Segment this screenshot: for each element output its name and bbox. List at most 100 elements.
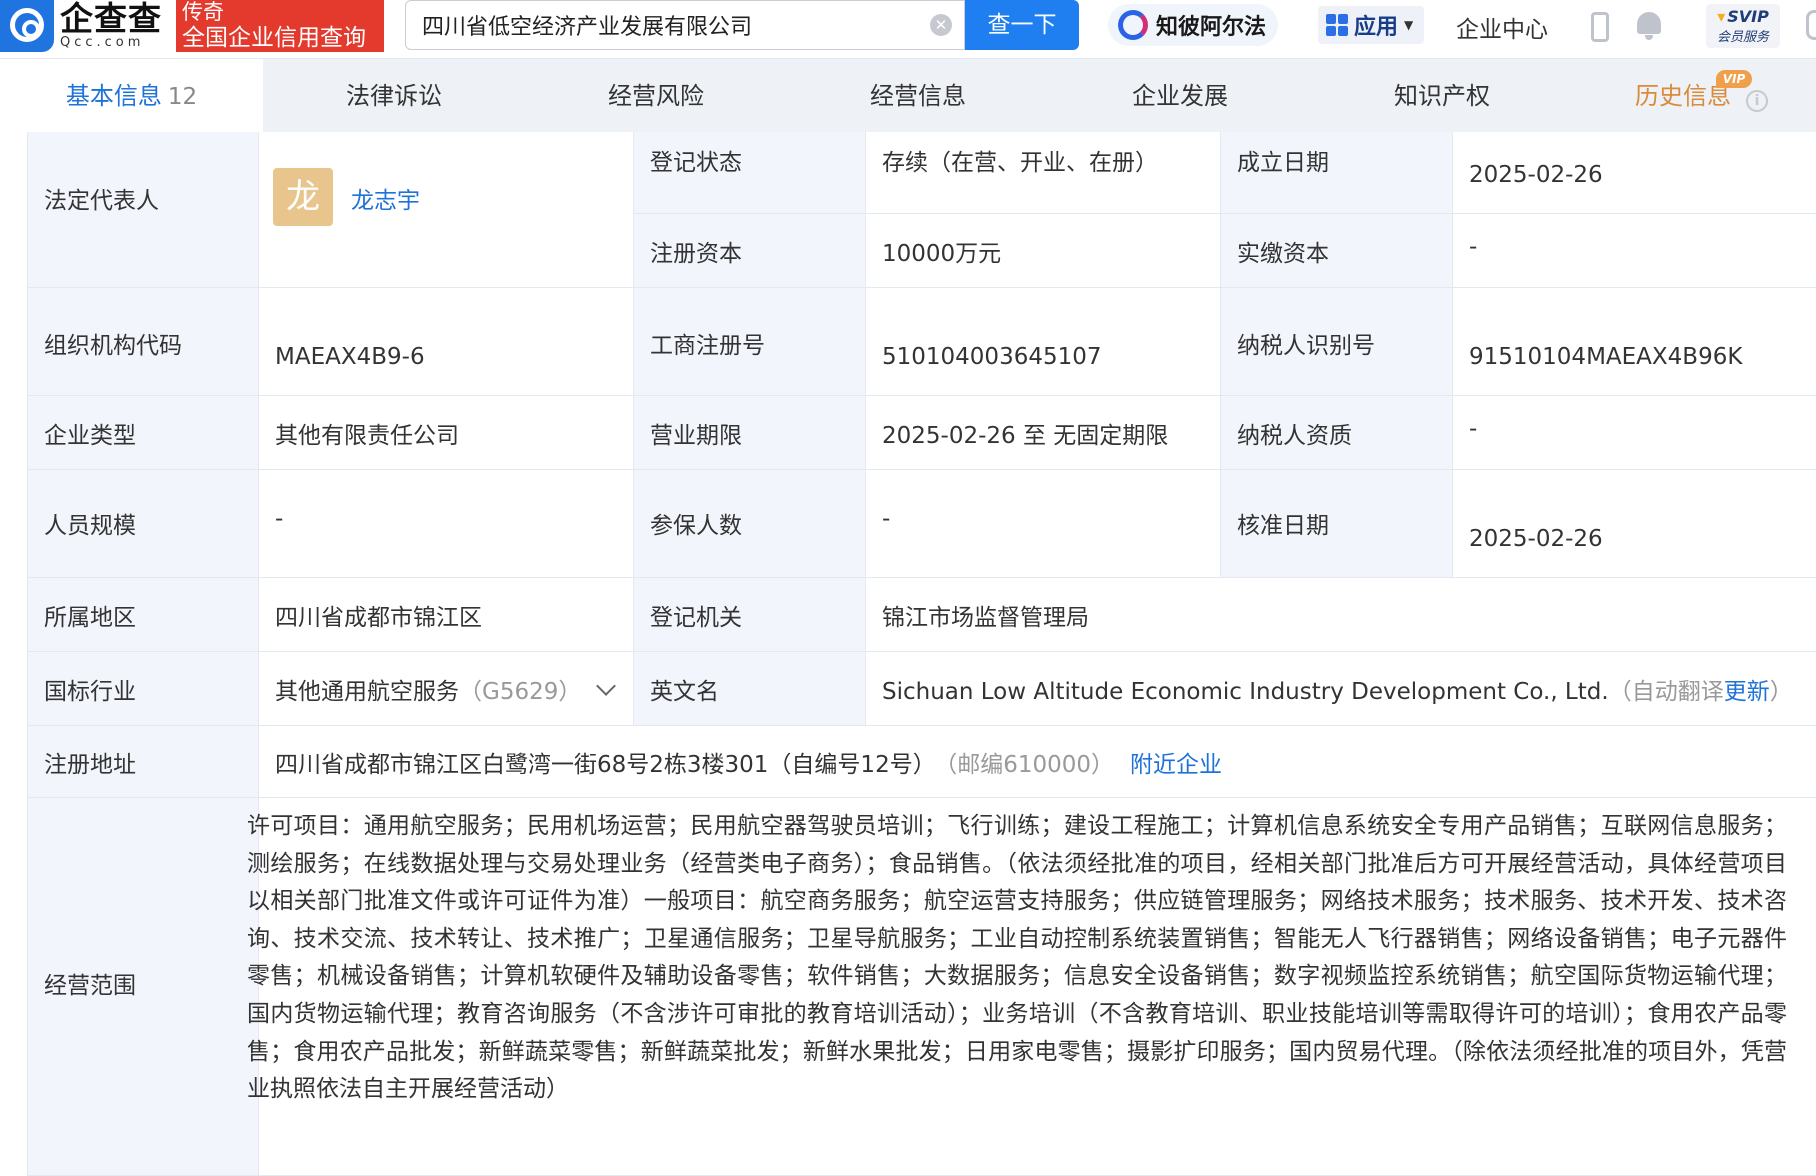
- auto-translate-note-end: ）: [1769, 679, 1793, 705]
- apps-grid-icon: [1326, 14, 1348, 36]
- english-name-wrap: Sichuan Low Altitude Economic Industry D…: [882, 672, 1793, 706]
- insured-cell: -: [865, 470, 1220, 578]
- industry-label-cell: 国标行业: [27, 652, 258, 726]
- company-type-label-cell: 企业类型: [27, 396, 258, 470]
- nearby-companies-link[interactable]: 附近企业: [1130, 752, 1222, 778]
- tab-legal[interactable]: 法律诉讼: [263, 59, 525, 133]
- search-button[interactable]: 查一下: [965, 0, 1079, 50]
- industry-code: （G5629）: [459, 679, 582, 705]
- english-name-label: 英文名: [650, 679, 719, 705]
- staff-size-label-cell: 人员规模: [27, 470, 258, 578]
- biz-reg-no-value: 510104003645107: [882, 344, 1102, 370]
- org-code-value: MAEAX4B9-6: [275, 344, 425, 370]
- taxpayer-qual-label: 纳税人资质: [1237, 423, 1352, 449]
- site-logo[interactable]: 企查查 Qcc.com: [0, 0, 178, 52]
- info-icon[interactable]: i: [1746, 90, 1768, 112]
- svip-sub-label: 会员服务: [1716, 30, 1769, 45]
- biz-term-label: 营业期限: [650, 423, 742, 449]
- search-input[interactable]: 四川省低空经济产业发展有限公司 ✕: [405, 0, 965, 50]
- tab-basic-info[interactable]: 基本信息 12: [0, 59, 263, 133]
- reg-status-cell: 存续（在营、开业、在册）: [865, 132, 1220, 214]
- paid-capital-value: -: [1469, 234, 1478, 260]
- insured-label-cell: 参保人数: [633, 470, 865, 578]
- legal-rep-name-link[interactable]: 龙志宇: [351, 181, 420, 215]
- english-name-label-cell: 英文名: [633, 652, 865, 726]
- insured-label: 参保人数: [650, 513, 742, 539]
- legal-rep-label-cell: 法定代表人: [27, 132, 258, 288]
- promo-banner[interactable]: 传奇 全国企业信用查询: [176, 0, 384, 52]
- chevron-down-icon[interactable]: [596, 676, 617, 696]
- qcc-logo-icon: [0, 0, 54, 52]
- search-input-value[interactable]: 四川省低空经济产业发展有限公司: [422, 9, 930, 41]
- logo-en: Qcc.com: [60, 35, 145, 50]
- staff-size-cell: -: [258, 470, 633, 578]
- tab-count: 12: [167, 84, 198, 110]
- region-value: 四川省成都市锦江区: [275, 605, 482, 631]
- address-cell: 四川省成都市锦江区白鹭湾一街68号2栋3楼301（自编号12号） （邮编61000…: [258, 726, 1816, 798]
- staff-size-value: -: [275, 506, 284, 532]
- biz-term-value: 2025-02-26 至 无固定期限: [882, 423, 1169, 449]
- enterprise-center-link[interactable]: 企业中心: [1456, 10, 1548, 44]
- industry-cell[interactable]: 其他通用航空服务（G5629）: [258, 652, 633, 726]
- approval-date-value: 2025-02-26: [1469, 526, 1603, 552]
- org-code-label: 组织机构代码: [44, 333, 182, 359]
- tab-bar: 基本信息 12 法律诉讼 经营风险 经营信息 企业发展 知识产权 历史信息: [0, 58, 1816, 133]
- business-scope-text: 许可项目：通用航空服务；民用机场运营；民用航空器驾驶员培训；飞行训练；建设工程施…: [247, 813, 1787, 1103]
- taxpayer-id-cell: 91510104MAEAX4B96K: [1452, 288, 1816, 396]
- apps-label: 应用: [1354, 15, 1399, 40]
- scope-label: 经营范围: [44, 973, 136, 999]
- scope-label-cell: 经营范围: [27, 798, 258, 1176]
- biz-reg-no-label-cell: 工商注册号: [633, 288, 865, 396]
- taxpayer-id-value: 91510104MAEAX4B96K: [1469, 344, 1743, 370]
- company-type-cell: 其他有限责任公司: [258, 396, 633, 470]
- tab-development[interactable]: 企业发展: [1049, 59, 1311, 133]
- authority-value: 锦江市场监督管理局: [882, 605, 1089, 631]
- address-label: 注册地址: [44, 752, 136, 778]
- tab-ip[interactable]: 知识产权: [1311, 59, 1573, 133]
- zhibi-icon: [1118, 10, 1148, 40]
- taxpayer-id-label-cell: 纳税人识别号: [1220, 288, 1452, 396]
- taxpayer-qual-cell: -: [1452, 396, 1816, 470]
- industry-value: 其他通用航空服务: [275, 679, 459, 705]
- phone-icon[interactable]: [1591, 12, 1609, 42]
- bell-icon[interactable]: [1636, 12, 1662, 40]
- industry-value-wrap: 其他通用航空服务（G5629）: [275, 672, 617, 706]
- side-panel-icon[interactable]: [1806, 10, 1816, 40]
- region-cell: 四川省成都市锦江区: [258, 578, 633, 652]
- reg-capital-cell: 10000万元: [865, 214, 1220, 288]
- tab-risk[interactable]: 经营风险: [525, 59, 787, 133]
- apps-menu-button[interactable]: 应用 ▼: [1318, 6, 1424, 44]
- taxpayer-qual-value: -: [1469, 416, 1478, 442]
- founded-label-cell: 成立日期: [1220, 132, 1452, 214]
- authority-label-cell: 登记机关: [633, 578, 865, 652]
- company-type-value: 其他有限责任公司: [275, 423, 459, 449]
- authority-cell: 锦江市场监督管理局: [865, 578, 1816, 652]
- approval-date-cell: 2025-02-26: [1452, 470, 1816, 578]
- staff-size-label: 人员规模: [44, 513, 136, 539]
- vip-tag: VIP: [1716, 70, 1752, 88]
- address-label-cell: 注册地址: [27, 726, 258, 798]
- english-name-cell: Sichuan Low Altitude Economic Industry D…: [865, 652, 1816, 726]
- insured-value: -: [882, 506, 891, 532]
- avatar[interactable]: 龙: [273, 168, 333, 226]
- tab-label: 基本信息: [65, 82, 162, 110]
- founded-cell: 2025-02-26: [1452, 132, 1816, 214]
- biz-term-cell: 2025-02-26 至 无固定期限: [865, 396, 1220, 470]
- paid-capital-cell: -: [1452, 214, 1816, 288]
- logo-cn: 企查查: [60, 0, 162, 38]
- update-translation-link[interactable]: 更新: [1724, 679, 1770, 705]
- biz-term-label-cell: 营业期限: [633, 396, 865, 470]
- zhibi-alpha-button[interactable]: 知彼阿尔法: [1108, 4, 1278, 46]
- promo-line2: 全国企业信用查询: [182, 25, 366, 51]
- reg-capital-value: 10000万元: [882, 241, 1002, 267]
- address-value: 四川省成都市锦江区白鹭湾一街68号2栋3楼301（自编号12号）: [275, 752, 936, 778]
- biz-reg-no-label: 工商注册号: [650, 333, 765, 359]
- paid-capital-label: 实缴资本: [1237, 241, 1329, 267]
- clear-icon[interactable]: ✕: [930, 14, 952, 36]
- svip-button[interactable]: SVIP 会员服务: [1706, 4, 1780, 48]
- tab-operations[interactable]: 经营信息: [787, 59, 1049, 133]
- founded-value: 2025-02-26: [1469, 162, 1603, 188]
- legal-rep-label: 法定代表人: [44, 188, 159, 214]
- svip-label: SVIP: [1706, 7, 1780, 26]
- approval-date-label-cell: 核准日期: [1220, 470, 1452, 578]
